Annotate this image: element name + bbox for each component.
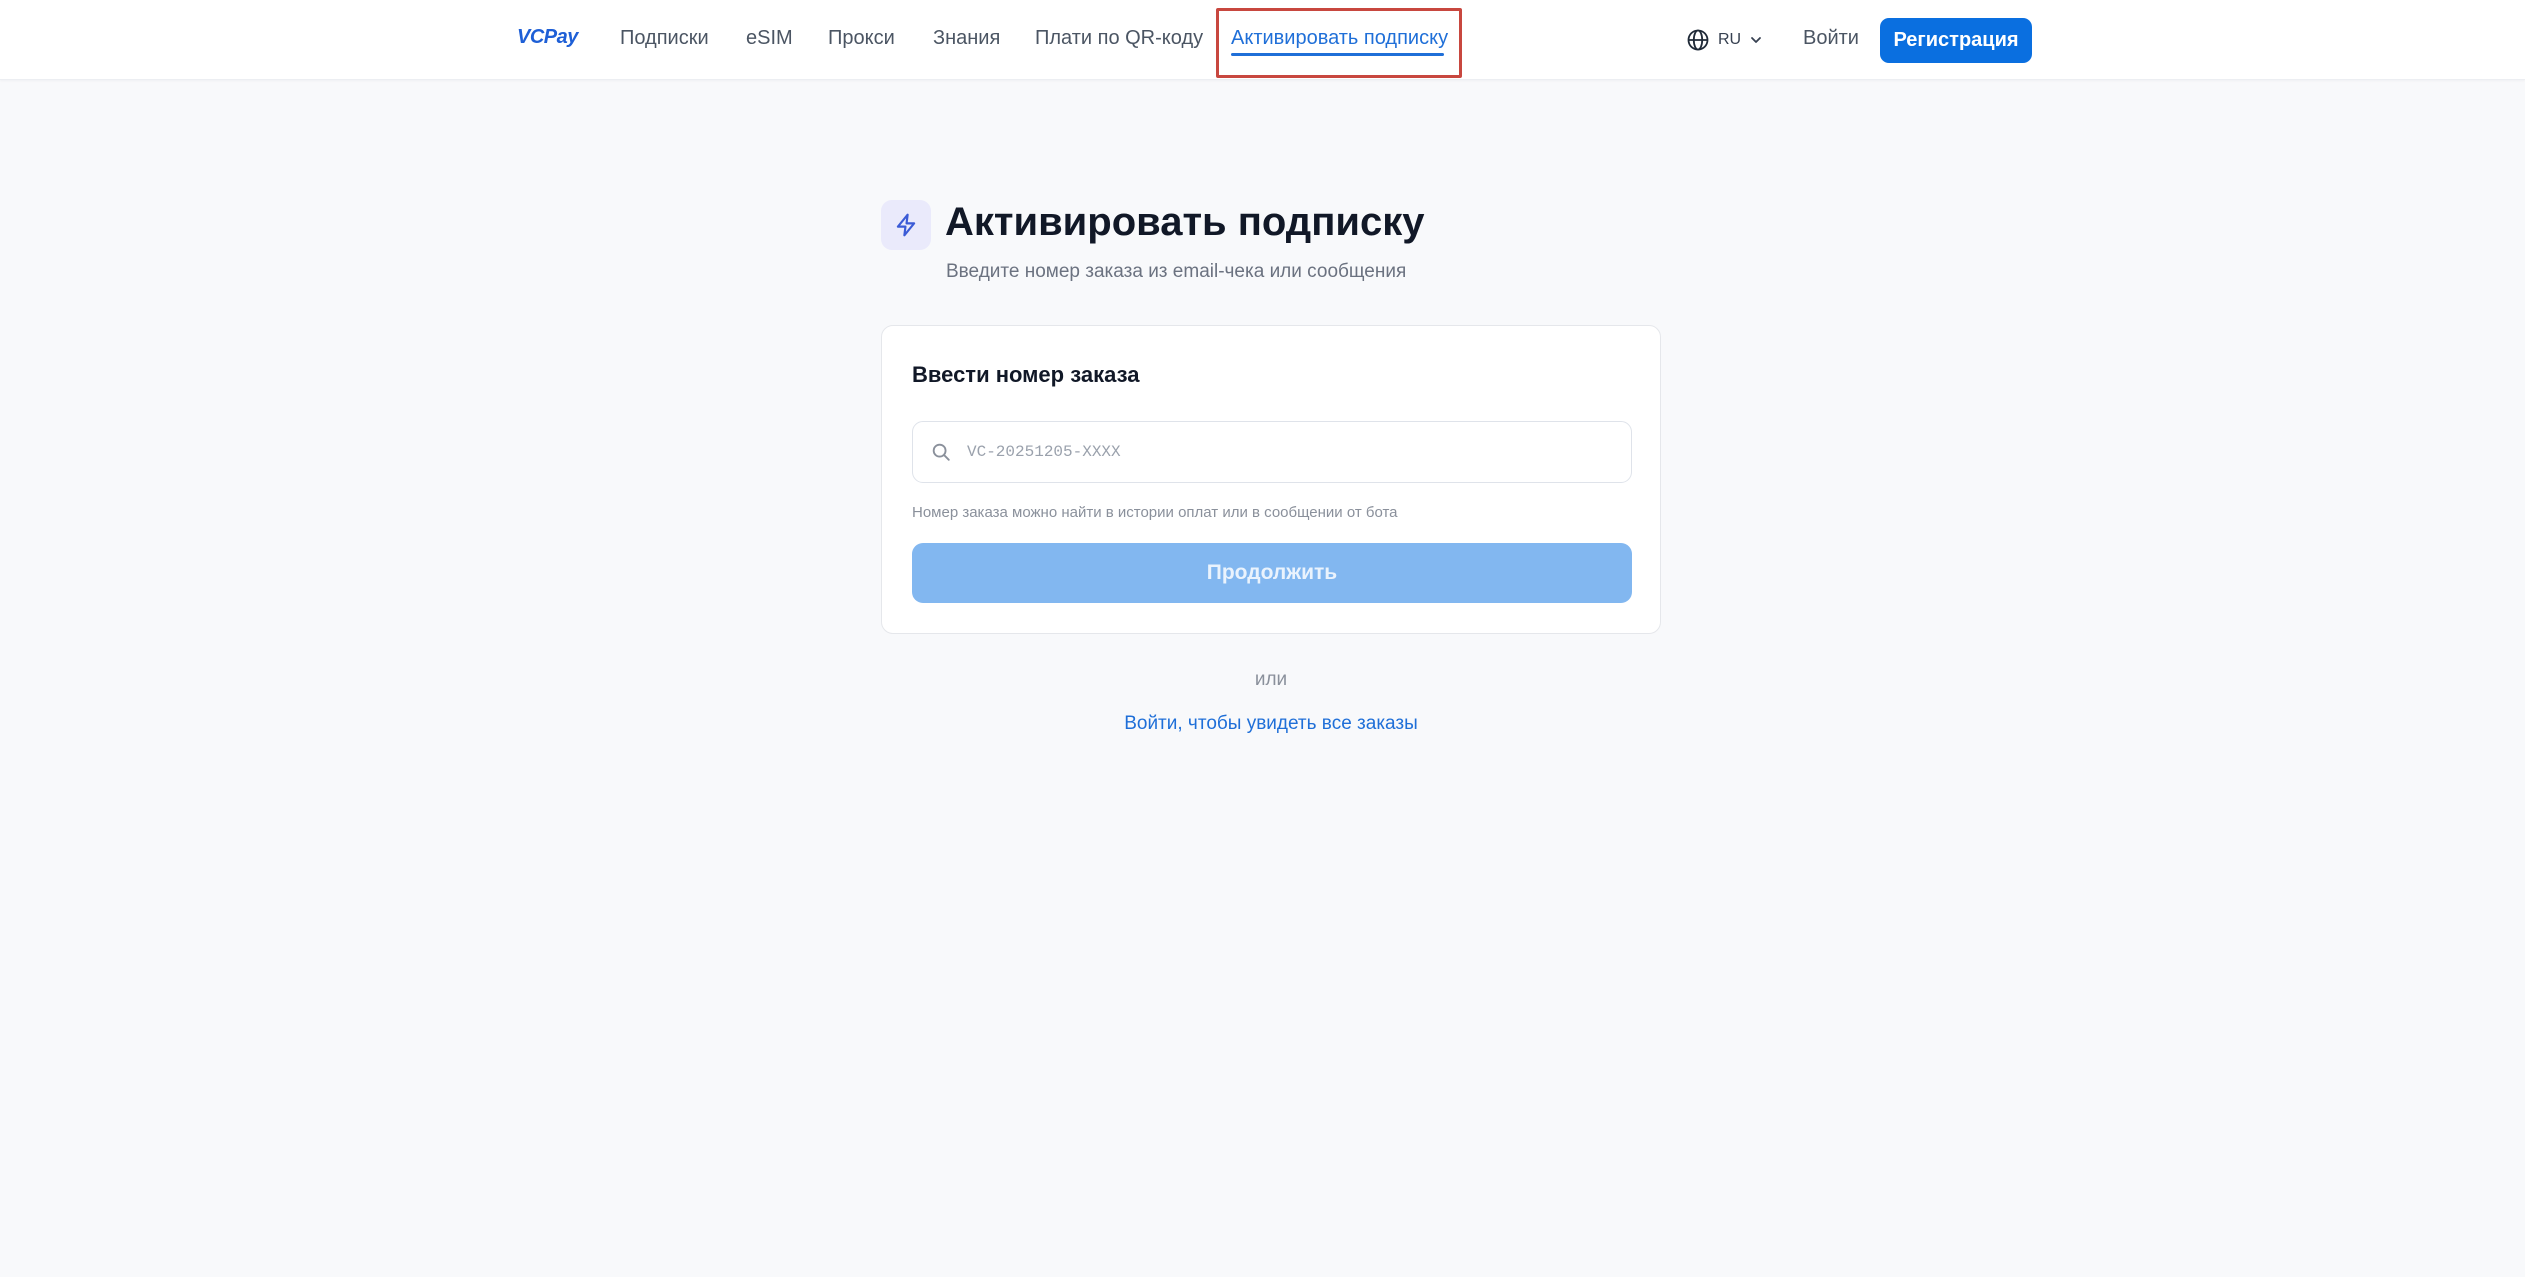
nav-item-subscriptions[interactable]: Подписки <box>620 27 709 50</box>
lightning-icon <box>896 213 916 237</box>
order-number-hint: Номер заказа можно найти в истории оплат… <box>912 504 1398 521</box>
continue-button[interactable]: Продолжить <box>912 543 1632 603</box>
login-link[interactable]: Войти <box>1803 27 1859 50</box>
search-icon <box>932 443 950 461</box>
globe-icon <box>1687 29 1709 51</box>
page-title: Активировать подписку <box>945 200 1425 244</box>
order-number-field[interactable] <box>912 421 1632 483</box>
language-selector[interactable]: RU <box>1686 26 1763 54</box>
register-button[interactable]: Регистрация <box>1880 18 2032 63</box>
nav-item-knowledge[interactable]: Знания <box>933 27 1000 50</box>
order-number-card: Ввести номер заказа Номер заказа можно н… <box>881 325 1661 634</box>
nav-item-esim[interactable]: eSIM <box>746 27 793 50</box>
top-navbar: VCPay Подписки eSIM Прокси Знания Плати … <box>0 0 2525 80</box>
active-nav-underline <box>1231 53 1444 56</box>
nav-item-qr-pay[interactable]: Плати по QR-коду <box>1035 27 1203 50</box>
page-subtitle: Введите номер заказа из email-чека или с… <box>946 261 1407 282</box>
nav-item-activate-subscription[interactable]: Активировать подписку <box>1231 27 1448 50</box>
login-to-see-orders-link[interactable]: Войти, чтобы увидеть все заказы <box>1026 713 1516 735</box>
hero-icon-badge <box>881 200 931 250</box>
language-code: RU <box>1718 31 1742 48</box>
logo[interactable]: VCPay <box>517 26 578 49</box>
or-divider-text: или <box>1254 669 1288 690</box>
chevron-down-icon <box>1751 37 1762 43</box>
card-title: Ввести номер заказа <box>912 362 1140 387</box>
order-number-input[interactable] <box>967 432 1607 472</box>
nav-item-proxy[interactable]: Прокси <box>828 27 895 50</box>
